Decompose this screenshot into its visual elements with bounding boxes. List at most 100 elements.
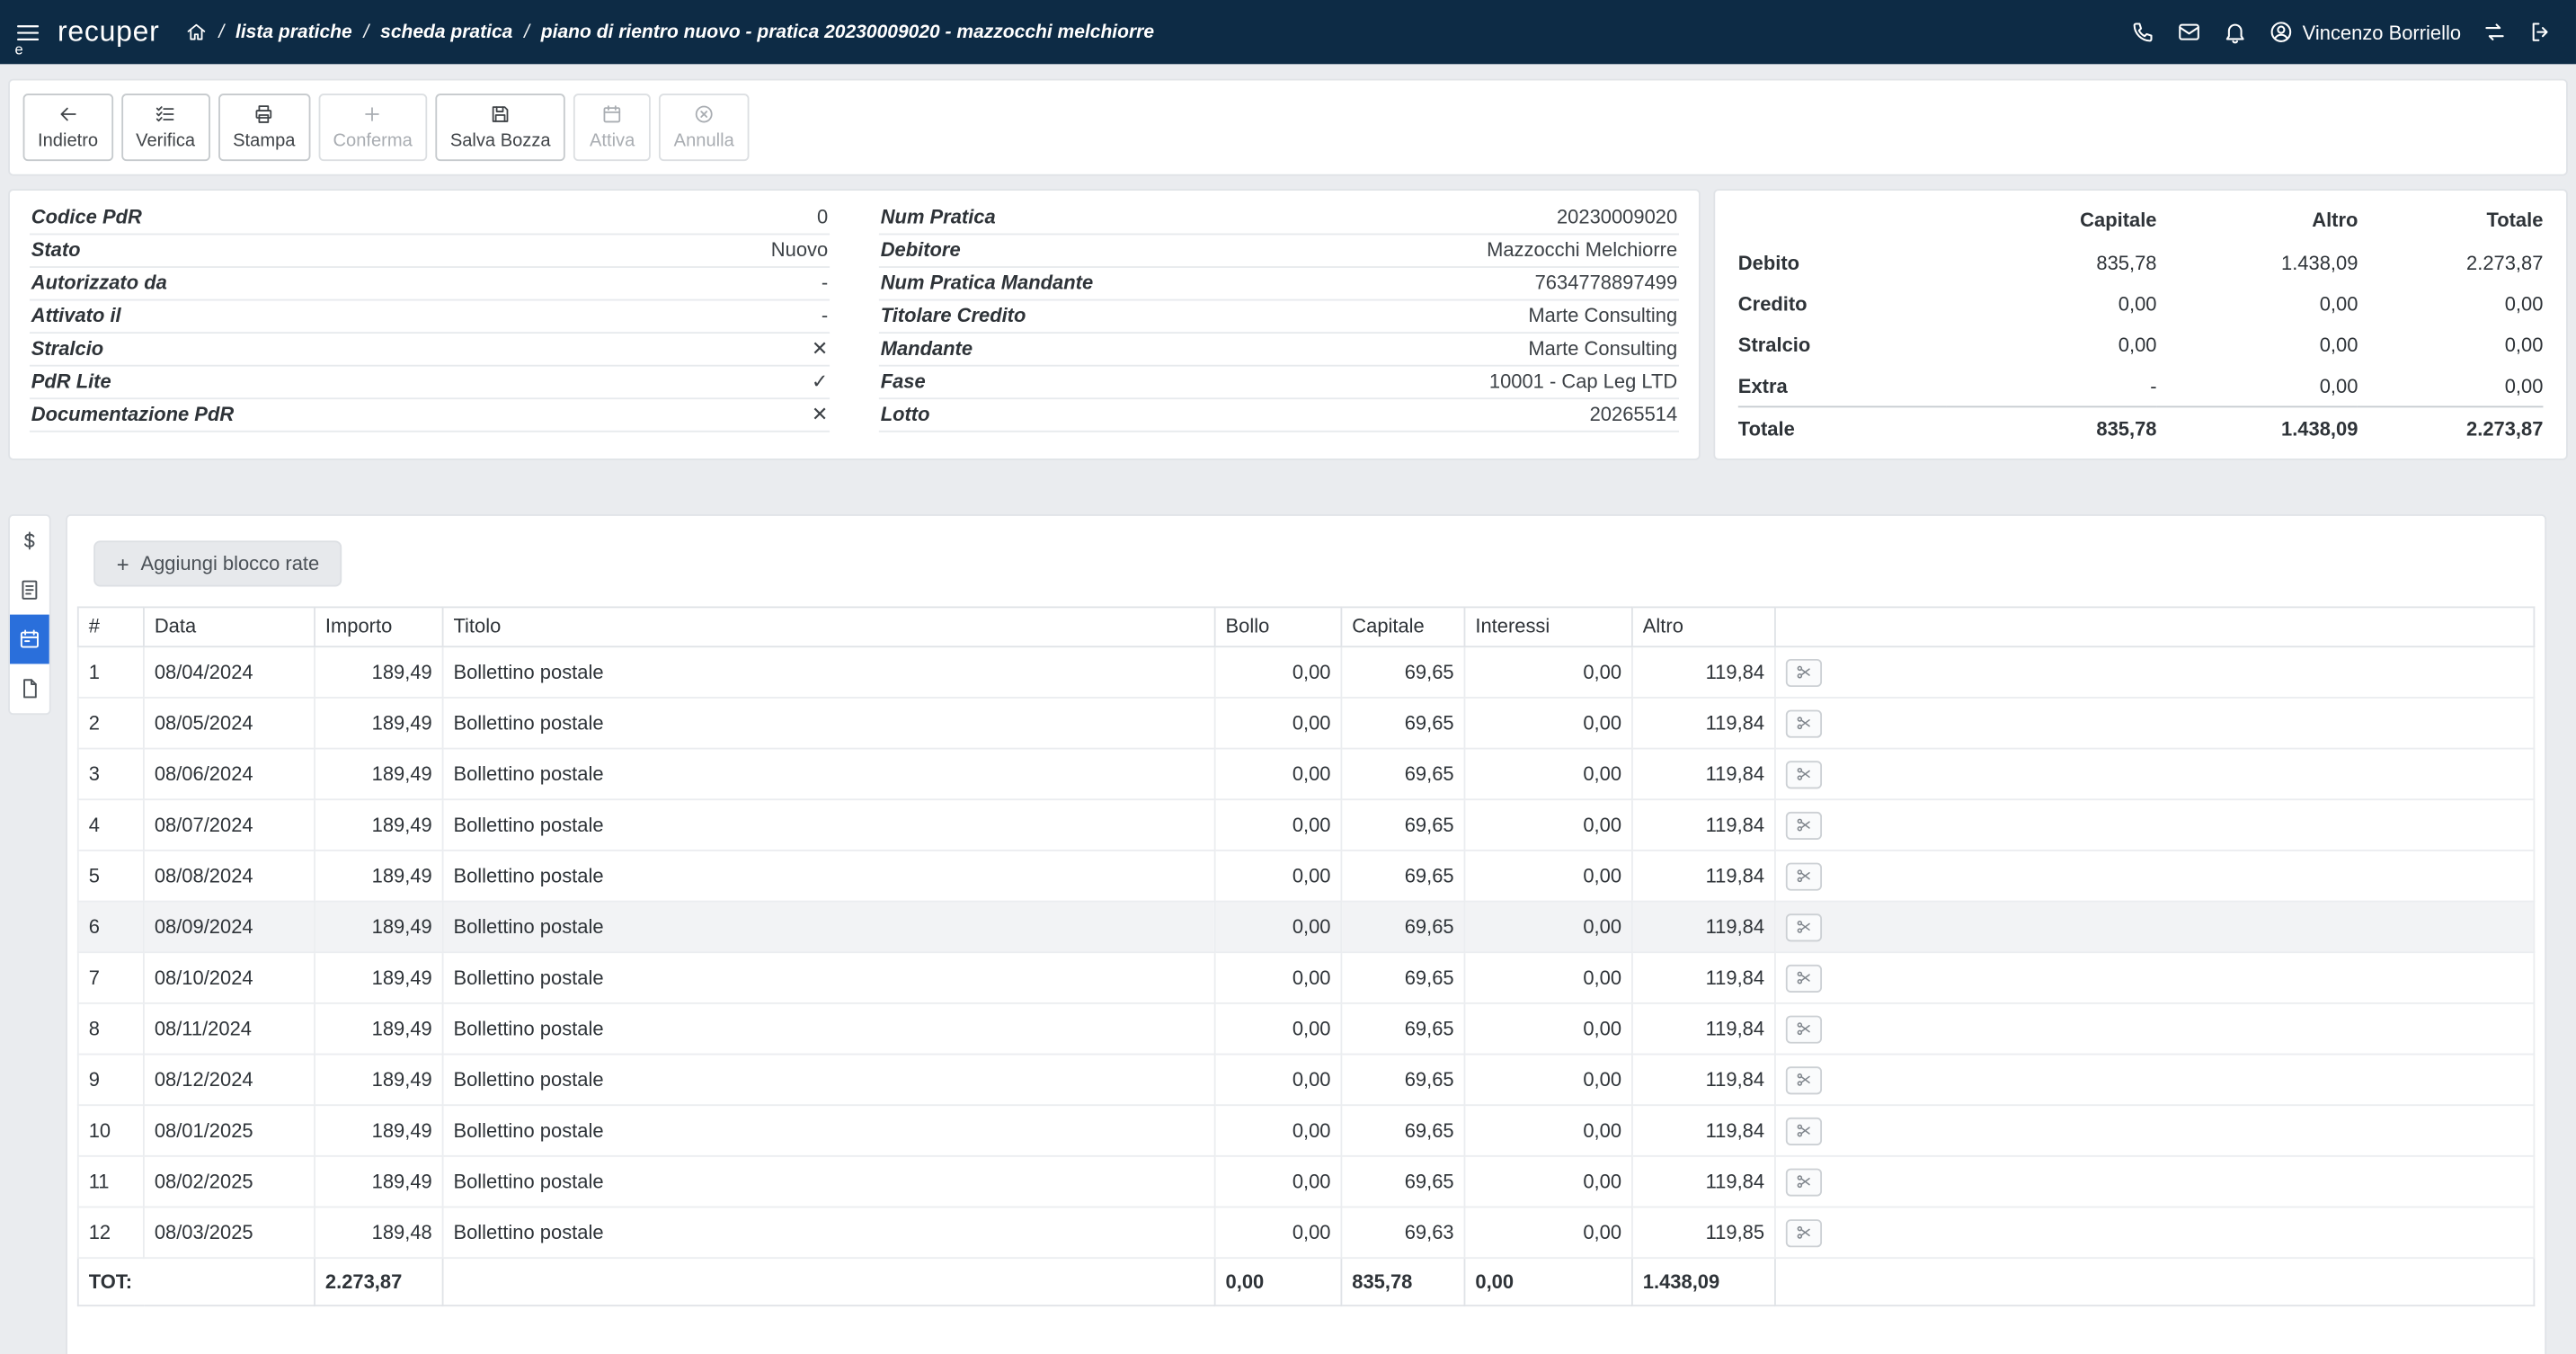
detail-value: -	[822, 272, 828, 295]
rate-titolo: Bollettino postale	[443, 799, 1215, 851]
rate-number: 11	[78, 1156, 144, 1207]
rate-importo: 189,49	[315, 1105, 443, 1156]
total-interessi: 0,00	[1464, 1258, 1631, 1305]
button-label: Indietro	[38, 131, 98, 151]
rate-date: 08/07/2024	[144, 799, 315, 851]
rate-altro: 119,84	[1632, 1003, 1775, 1055]
detail-row: Codice PdR0	[30, 202, 830, 236]
annulla-button: Annulla	[659, 94, 749, 161]
detail-row: Autorizzato da-	[30, 268, 830, 301]
indietro-button[interactable]: Indietro	[23, 94, 113, 161]
rate-actions-cell	[1775, 1003, 2534, 1055]
mail-icon[interactable]	[2176, 20, 2200, 44]
breadcrumb-item[interactable]: lista pratiche	[235, 22, 352, 42]
split-rate-button[interactable]	[1786, 709, 1822, 737]
split-rate-button[interactable]	[1786, 964, 1822, 992]
rate-interessi: 0,00	[1464, 1055, 1631, 1106]
user-switch-icon[interactable]	[2483, 20, 2507, 44]
rate-date: 08/12/2024	[144, 1055, 315, 1106]
summary-value-totale: 0,00	[2358, 365, 2543, 407]
bell-icon[interactable]	[2222, 20, 2246, 44]
rate-altro: 119,84	[1632, 1105, 1775, 1156]
amounts-tab[interactable]	[10, 516, 49, 566]
split-rate-button[interactable]	[1786, 1065, 1822, 1093]
stampa-button[interactable]: Stampa	[218, 94, 310, 161]
notes-tab[interactable]	[10, 566, 49, 615]
detail-value: Nuovo	[771, 238, 828, 262]
detail-value: Marte Consulting	[1528, 304, 1677, 327]
total-actions-blank	[1775, 1258, 2534, 1305]
summary-row: Extra-0,000,00	[1738, 365, 2544, 407]
rate-number: 1	[78, 646, 144, 698]
detail-label: Num Pratica Mandante	[881, 272, 1093, 295]
rate-interessi: 0,00	[1464, 851, 1631, 902]
split-rate-button[interactable]	[1786, 811, 1822, 839]
summary-value-capitale: 0,00	[1948, 283, 2157, 325]
rate-number: 12	[78, 1207, 144, 1259]
home-icon[interactable]	[186, 22, 208, 43]
breadcrumb-separator: /	[218, 22, 224, 42]
rate-actions-cell	[1775, 902, 2534, 953]
split-rate-button[interactable]	[1786, 862, 1822, 890]
rate-titolo: Bollettino postale	[443, 851, 1215, 902]
split-rate-button[interactable]	[1786, 913, 1822, 941]
breadcrumb-item[interactable]: scheda pratica	[380, 22, 512, 42]
rate-row: 1008/01/2025189,49Bollettino postale0,00…	[78, 1105, 2535, 1156]
breadcrumb: /lista pratiche/scheda pratica/piano di …	[186, 22, 1154, 43]
documents-tab[interactable]	[10, 664, 49, 714]
detail-row: DebitoreMazzocchi Melchiorre	[879, 236, 1679, 269]
rate-row: 808/11/2024189,49Bollettino postale0,006…	[78, 1003, 2535, 1055]
rate-actions-cell	[1775, 646, 2534, 698]
rate-altro: 119,84	[1632, 1156, 1775, 1207]
rate-plan-tab[interactable]	[10, 615, 49, 664]
detail-label: Fase	[881, 370, 926, 393]
rate-interessi: 0,00	[1464, 698, 1631, 749]
rate-date: 08/11/2024	[144, 1003, 315, 1055]
split-rate-button[interactable]	[1786, 1168, 1822, 1196]
rate-actions-cell	[1775, 799, 2534, 851]
summary-value-totale: 2.273,87	[2358, 407, 2543, 450]
detail-label: Num Pratica	[881, 206, 996, 229]
split-rate-button[interactable]	[1786, 1218, 1822, 1246]
logo-sub: e	[14, 43, 22, 58]
rate-date: 08/05/2024	[144, 698, 315, 749]
summary-row: Debito835,781.438,092.273,87	[1738, 242, 2544, 283]
add-rate-block-button[interactable]: + Aggiungi blocco rate	[93, 541, 342, 587]
split-rate-button[interactable]	[1786, 1117, 1822, 1145]
rates-col-header: Titolo	[443, 608, 1215, 647]
rate-number: 4	[78, 799, 144, 851]
total-altro: 1.438,09	[1632, 1258, 1775, 1305]
rate-number: 2	[78, 698, 144, 749]
salva-bozza-button[interactable]: Salva Bozza	[435, 94, 565, 161]
phone-icon[interactable]	[2130, 20, 2154, 44]
rate-altro: 119,84	[1632, 851, 1775, 902]
rate-date: 08/03/2025	[144, 1207, 315, 1259]
rate-importo: 189,49	[315, 749, 443, 800]
rates-col-header: Data	[144, 608, 315, 647]
verifica-button[interactable]: Verifica	[121, 94, 210, 161]
split-rate-button[interactable]	[1786, 761, 1822, 788]
rate-bollo: 0,00	[1215, 749, 1342, 800]
split-rate-button[interactable]	[1786, 658, 1822, 686]
summary-value-totale: 0,00	[2358, 283, 2543, 325]
rate-titolo: Bollettino postale	[443, 1156, 1215, 1207]
rate-capitale: 69,65	[1341, 799, 1464, 851]
logout-icon[interactable]	[2528, 20, 2553, 44]
detail-value: ✕	[812, 403, 828, 426]
rate-number: 3	[78, 749, 144, 800]
detail-value: Marte Consulting	[1528, 337, 1677, 361]
rate-titolo: Bollettino postale	[443, 698, 1215, 749]
split-rate-button[interactable]	[1786, 1015, 1822, 1043]
rate-row: 708/10/2024189,49Bollettino postale0,006…	[78, 952, 2535, 1003]
detail-label: Debitore	[881, 238, 961, 262]
detail-label: Documentazione PdR	[31, 403, 234, 426]
user-circle-icon	[2268, 20, 2292, 44]
rates-col-header: #	[78, 608, 144, 647]
rate-actions-cell	[1775, 1207, 2534, 1259]
user-menu[interactable]: Vincenzo Borriello	[2268, 20, 2461, 44]
rate-altro: 119,84	[1632, 952, 1775, 1003]
topbar: recuper e /lista pratiche/scheda pratica…	[0, 0, 2576, 64]
detail-row: Lotto20265514	[879, 399, 1679, 432]
rate-capitale: 69,65	[1341, 749, 1464, 800]
rate-date: 08/04/2024	[144, 646, 315, 698]
